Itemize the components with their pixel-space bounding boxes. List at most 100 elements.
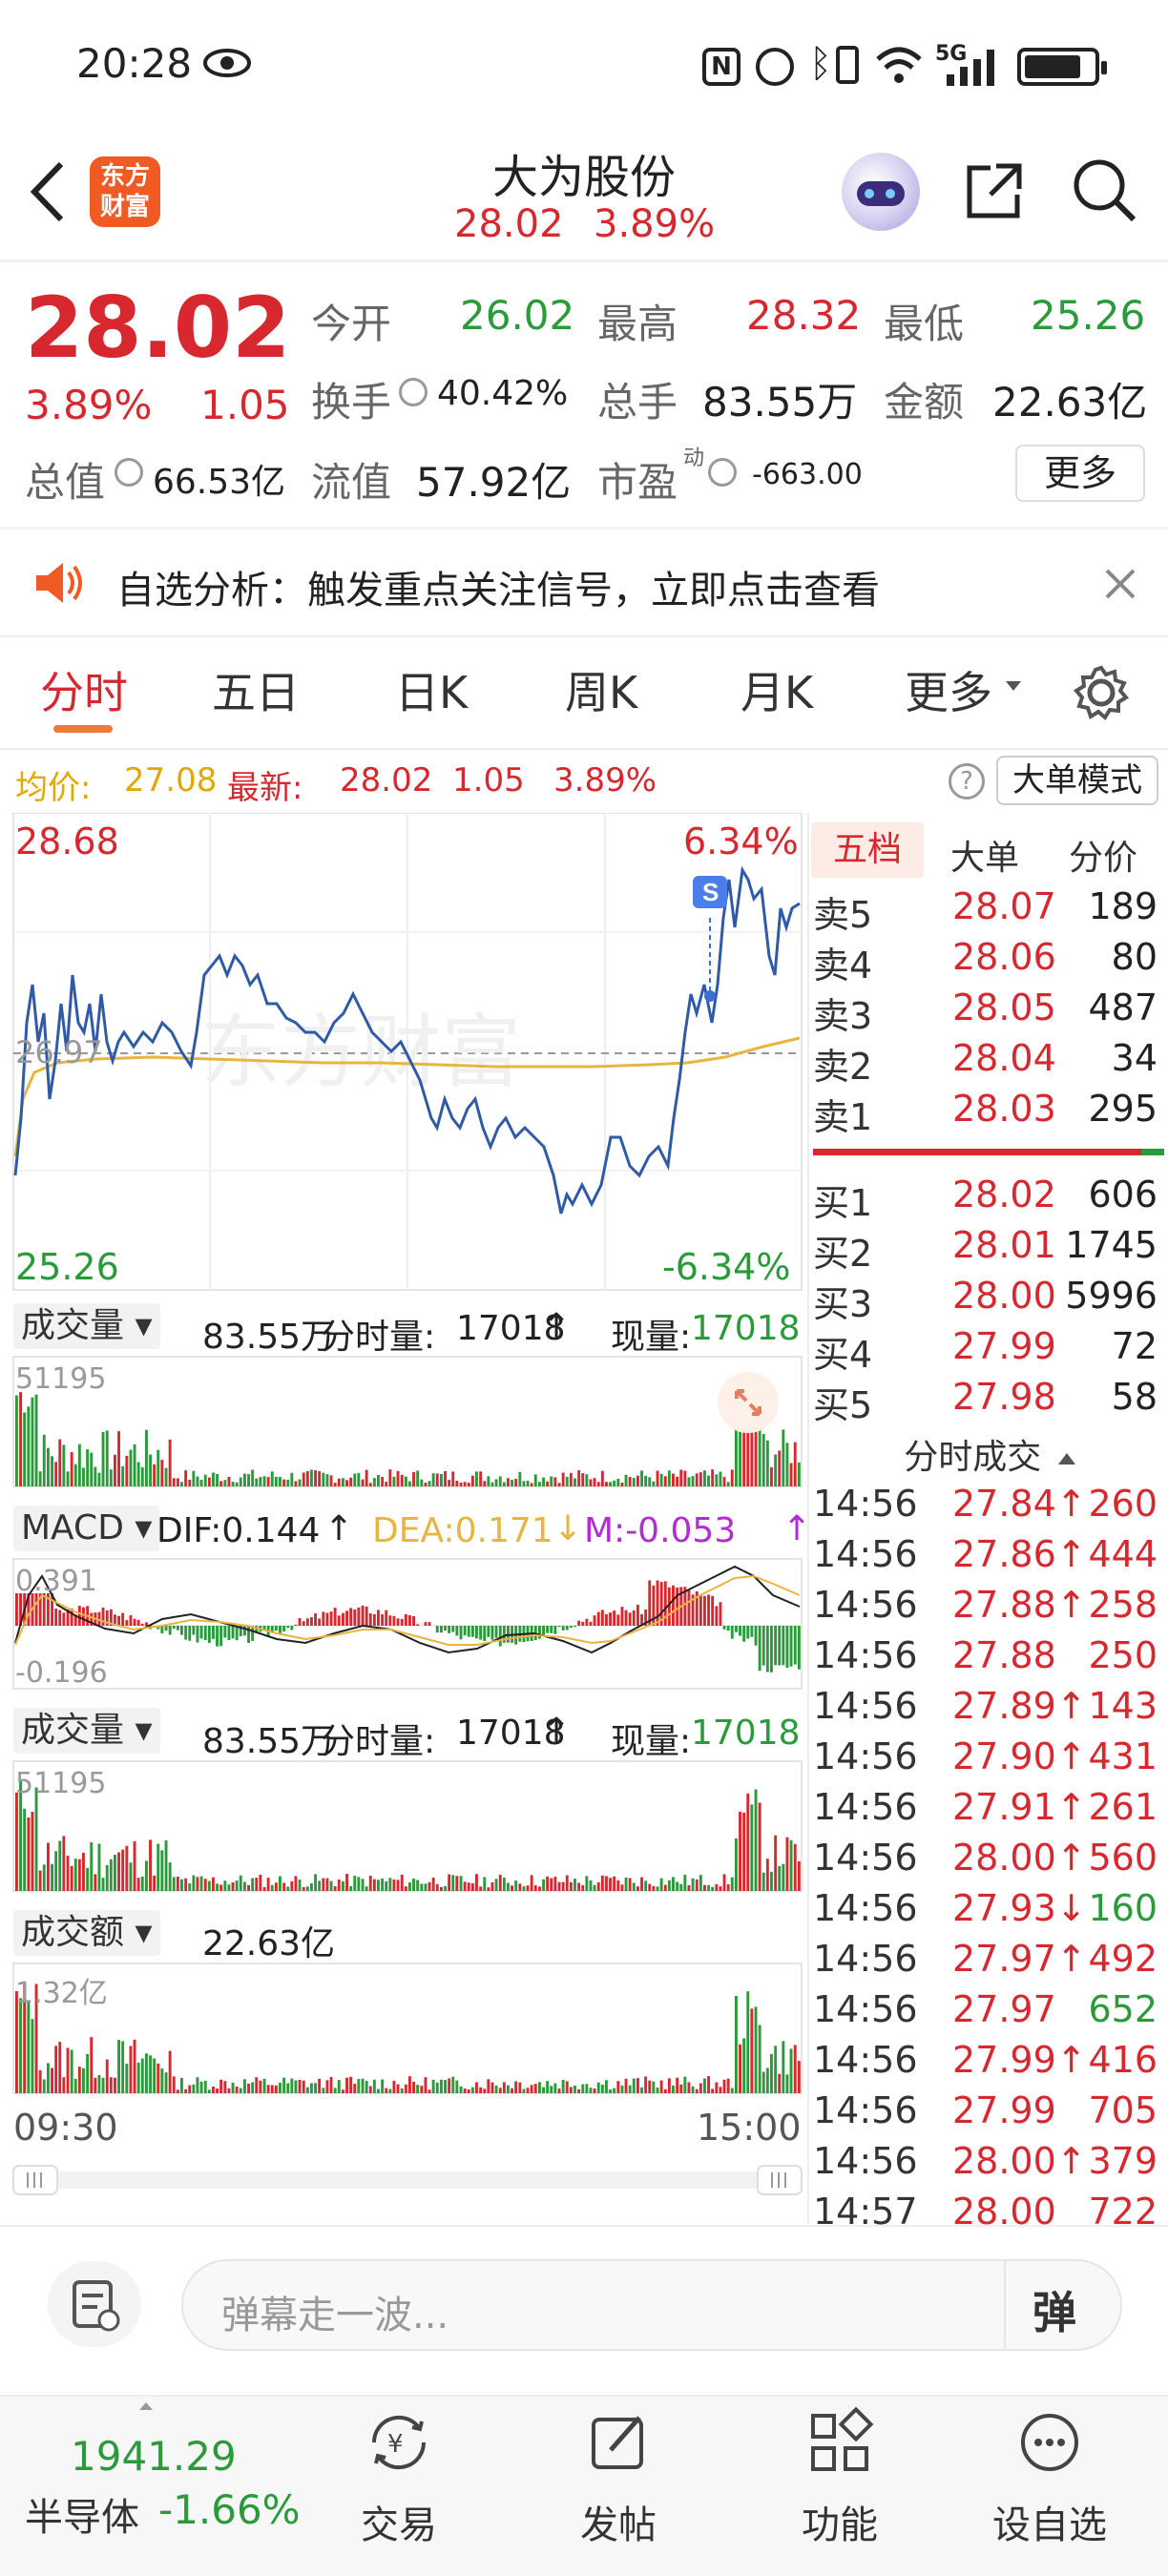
analysis-banner[interactable]: 自选分析：触发重点关注信号，立即点击查看 (0, 530, 1168, 635)
volume-bar (797, 2061, 801, 2093)
volume-bar (778, 1865, 782, 1891)
buy-row-5[interactable]: 买5 27.98 58 (813, 1376, 1161, 1426)
comment-list-icon[interactable] (48, 2261, 141, 2347)
tab-weekly-k[interactable]: 周K (565, 658, 637, 721)
tick-price: 27.89↑ (952, 1685, 1087, 1727)
volume-bar (719, 1471, 722, 1486)
buy-row-1[interactable]: 买1 28.02 606 (813, 1174, 1161, 1224)
sell-row-1[interactable]: 卖1 28.03 295 (813, 1088, 1161, 1138)
chart-area[interactable]: 东方财富 S 28.68 6.34% 26.97 25.26 -6.34% 成交… (0, 813, 811, 2225)
volume-selector[interactable]: 成交量 ▾ (13, 1303, 160, 1349)
tab-five-day[interactable]: 五日 (212, 658, 300, 721)
close-icon[interactable] (1101, 565, 1139, 607)
macd-bar (192, 1626, 196, 1635)
volume-bar (448, 1874, 451, 1891)
expand-icon[interactable] (718, 1372, 779, 1433)
info-circle-icon[interactable] (708, 458, 737, 487)
share-icon[interactable] (962, 158, 1027, 227)
info-circle-icon[interactable] (115, 458, 143, 487)
volume-bar (475, 1874, 478, 1891)
volume-bar (302, 2080, 305, 2093)
volume-bar (188, 2085, 192, 2093)
comment-bar: 弹幕走一波... 弹 (0, 2227, 1168, 2379)
macd-bar (620, 1607, 624, 1626)
macd-selector[interactable]: MACD ▾ (13, 1506, 160, 1551)
danmu-toggle-icon[interactable]: 弹 (1032, 2278, 1076, 2341)
buy-row-4[interactable]: 买4 27.99 72 (813, 1325, 1161, 1376)
turnover-label: 换手 (311, 379, 392, 426)
macd-bar (372, 1613, 376, 1626)
volume-bar (542, 1477, 545, 1486)
volume-bar (212, 2087, 215, 2093)
big-order-mode-button[interactable]: 大单模式 (996, 756, 1158, 805)
tab-daily-k[interactable]: 日K (395, 658, 468, 721)
latest-change: 1.05 (452, 761, 525, 800)
volume-bar (730, 2088, 734, 2093)
sell-row-2[interactable]: 卖2 28.04 34 (813, 1037, 1161, 1088)
more-button[interactable]: 更多 (1015, 445, 1145, 502)
sell-row-5[interactable]: 卖5 28.07 189 (813, 885, 1161, 936)
volume-bar (494, 1879, 498, 1891)
tab-five-level[interactable]: 五档 (811, 822, 924, 878)
volume-bar (695, 2088, 699, 2093)
tab-intraday[interactable]: 分时 (40, 658, 128, 721)
volume-bar (774, 2046, 778, 2093)
help-icon[interactable]: ? (949, 763, 985, 800)
volume-bar (385, 1482, 388, 1486)
nav-trade[interactable]: ¥ 交易 (323, 2404, 475, 2549)
volume-bar (58, 1439, 62, 1486)
macd-bar (605, 1614, 608, 1626)
volume-bar (424, 1483, 428, 1486)
tick-row: 14:56 27.89↑ 143 (813, 1685, 1161, 1735)
volume-bar (42, 2079, 46, 2093)
volume-bar (176, 2089, 179, 2093)
volume-bar (557, 1483, 561, 1486)
tab-more[interactable]: 更多 (905, 658, 992, 721)
buy-row-2[interactable]: 买2 28.01 1745 (813, 1224, 1161, 1275)
volume-bar (266, 1878, 270, 1891)
tick-row: 14:56 27.88↑ 258 (813, 1584, 1161, 1634)
app-logo[interactable]: 东方 财富 (90, 156, 160, 227)
volume-bar (342, 1478, 344, 1486)
index-value: 1941.29 (71, 2433, 237, 2480)
macd-bar (117, 1615, 120, 1626)
macd-bar (282, 1626, 286, 1631)
volume2-selector[interactable]: 成交量 ▾ (13, 1708, 160, 1754)
sector-index[interactable]: 1941.29 半导体 -1.66% (0, 2427, 305, 2551)
high-label: 最高 (597, 301, 678, 347)
amount-selector[interactable]: 成交额 ▾ (13, 1910, 160, 1956)
tab-monthly-k[interactable]: 月K (740, 658, 813, 721)
buy-row-3[interactable]: 买3 28.00 5996 (813, 1275, 1161, 1325)
tab-price-dist[interactable]: 分价 (1069, 830, 1137, 880)
search-icon[interactable] (1071, 156, 1137, 227)
info-circle-icon[interactable] (399, 378, 428, 406)
back-icon[interactable] (25, 158, 73, 229)
volume-bar (451, 2076, 455, 2093)
volume-bar (337, 2080, 341, 2093)
tick-list-header[interactable]: 分时成交 (811, 1429, 1168, 1477)
volume-bar (145, 2053, 148, 2093)
sell-row-4[interactable]: 卖4 28.06 80 (813, 936, 1161, 987)
nav-post[interactable]: 发帖 (542, 2404, 695, 2549)
volume-bar (659, 1473, 663, 1486)
nav-functions[interactable]: 功能 (763, 2404, 916, 2549)
macd-bar (632, 1610, 636, 1626)
volume-bar (672, 1473, 675, 1486)
robot-avatar-icon[interactable] (842, 153, 920, 231)
volume-bar (726, 1884, 730, 1891)
nav-add-watchlist[interactable]: 设自选 (973, 2404, 1126, 2549)
volume-bar (585, 1876, 589, 1891)
volume-bar (774, 1835, 778, 1891)
volume-bar (365, 1886, 368, 1891)
sell-row-3[interactable]: 卖3 28.05 487 (813, 987, 1161, 1037)
macd-bar (490, 1626, 494, 1640)
volume-bar (302, 1886, 305, 1891)
gear-icon[interactable] (1073, 664, 1130, 725)
volume-bar (353, 1473, 357, 1486)
buy-price: 28.00 (952, 1275, 1056, 1317)
volume-bar (514, 2081, 518, 2093)
volume-bar (216, 1474, 219, 1486)
tab-big-order[interactable]: 大单 (950, 830, 1019, 880)
last-price: 28.02 (25, 279, 291, 377)
danmu-input[interactable]: 弹幕走一波... 弹 (181, 2259, 1122, 2351)
